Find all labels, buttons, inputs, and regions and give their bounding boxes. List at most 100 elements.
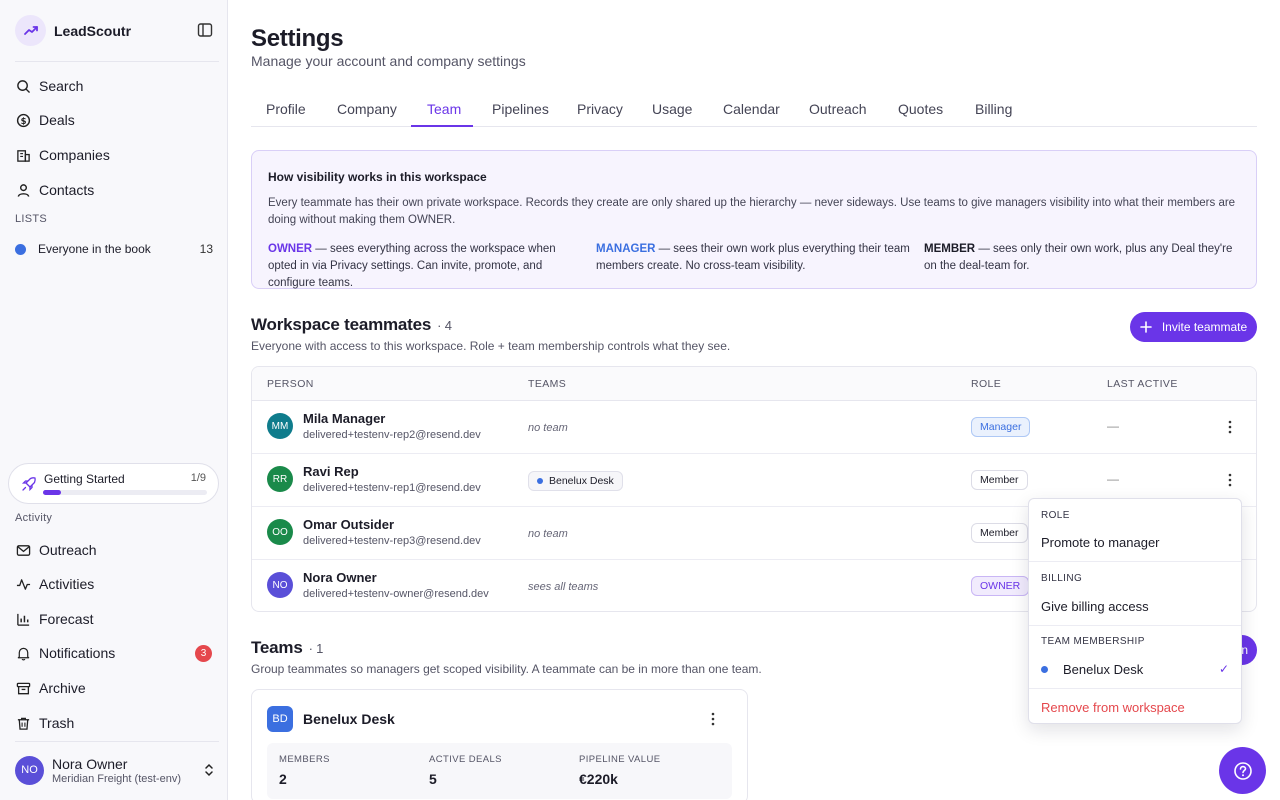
more-vertical-icon[interactable]: [1222, 419, 1238, 435]
teams-title: Teams · 1: [251, 638, 323, 658]
members-value: 2: [279, 771, 287, 787]
user-icon: [15, 182, 31, 198]
menu-section-team-membership: TEAM MEMBERSHIP: [1041, 636, 1145, 647]
avatar: NO: [15, 755, 44, 785]
column-role: ROLE: [971, 378, 1002, 390]
team-membership-item[interactable]: Benelux Desk ✓: [1029, 656, 1241, 682]
tab-calendar[interactable]: Calendar: [723, 101, 780, 117]
nav-outreach[interactable]: Outreach: [15, 539, 215, 561]
trending-up-icon: [15, 15, 46, 46]
help-circle-icon: [1233, 761, 1252, 780]
remove-from-workspace-item[interactable]: Remove from workspace: [1029, 694, 1241, 720]
last-active: —: [1107, 419, 1119, 433]
role-badge: Member: [971, 523, 1028, 543]
more-vertical-icon[interactable]: [1222, 472, 1238, 488]
progress-fill: [43, 490, 62, 495]
nav-companies[interactable]: Companies: [15, 144, 215, 166]
brand[interactable]: LeadScoutr: [15, 15, 131, 46]
tab-pipelines[interactable]: Pipelines: [492, 101, 549, 117]
list-item[interactable]: Everyone in the book 13: [15, 240, 213, 258]
nav-archive[interactable]: Archive: [15, 677, 215, 699]
user-org: Meridian Freight (test-env): [52, 772, 181, 785]
member-role-label: MEMBER: [924, 243, 976, 255]
column-last-active: LAST ACTIVE: [1107, 378, 1178, 390]
list-color-dot: [15, 243, 26, 255]
teams-count: · 1: [308, 641, 324, 656]
tab-company[interactable]: Company: [337, 101, 397, 117]
team-card[interactable]: BD Benelux Desk MEMBERS 2 ACTIVE DEALS 5…: [251, 689, 748, 800]
team-avatar: BD: [267, 706, 293, 732]
menu-divider: [1029, 625, 1241, 626]
tab-usage[interactable]: Usage: [652, 101, 692, 117]
active-deals-label: ACTIVE DEALS: [429, 754, 502, 765]
nav-trash-label: Trash: [39, 715, 75, 731]
nav-search[interactable]: Search: [15, 75, 215, 97]
nav-contacts[interactable]: Contacts: [15, 179, 215, 201]
list-item-label: Everyone in the book: [38, 242, 151, 256]
svg-text:$: $: [20, 115, 26, 125]
nav-activities[interactable]: Activities: [15, 573, 215, 595]
page-subtitle: Manage your account and company settings: [251, 53, 526, 69]
team-chip-label: Benelux Desk: [549, 474, 614, 487]
help-button[interactable]: [1219, 747, 1266, 794]
visibility-title: How visibility works in this workspace: [268, 170, 487, 184]
give-billing-access-item[interactable]: Give billing access: [1029, 593, 1241, 619]
teams-title-text: Teams: [251, 638, 303, 657]
tab-quotes[interactable]: Quotes: [898, 101, 943, 117]
team-color-dot: [1041, 665, 1048, 673]
team-cell: sees all teams: [528, 580, 599, 593]
tab-outreach[interactable]: Outreach: [809, 101, 867, 117]
manager-role-label: MANAGER: [596, 243, 656, 255]
nav-companies-label: Companies: [39, 147, 110, 163]
nav-trash[interactable]: Trash: [15, 712, 215, 734]
bell-icon: [15, 645, 31, 661]
tab-team[interactable]: Team: [427, 101, 461, 117]
person-email: delivered+testenv-rep3@resend.dev: [303, 535, 481, 547]
tab-profile[interactable]: Profile: [266, 101, 306, 117]
tab-privacy[interactable]: Privacy: [577, 101, 623, 117]
team-chip[interactable]: Benelux Desk: [528, 470, 623, 491]
active-deals-value: 5: [429, 771, 437, 787]
team-name: Benelux Desk: [303, 711, 395, 727]
table-row: MM Mila Manager delivered+testenv-rep2@r…: [252, 401, 1256, 454]
sidebar-toggle-icon[interactable]: [197, 22, 215, 40]
invite-teammate-button[interactable]: Invite teammate: [1130, 312, 1257, 342]
divider: [15, 741, 219, 742]
teammates-title: Workspace teammates · 4: [251, 315, 452, 335]
nav-deals[interactable]: $ Deals: [15, 109, 215, 131]
teammates-title-text: Workspace teammates: [251, 315, 432, 334]
pipeline-value-label: PIPELINE VALUE: [579, 754, 661, 765]
nav-search-label: Search: [39, 78, 84, 94]
user-menu[interactable]: NO Nora Owner Meridian Freight (test-env…: [15, 754, 215, 786]
mail-icon: [15, 542, 31, 558]
last-active: —: [1107, 472, 1119, 486]
person-name: Ravi Rep: [303, 464, 359, 479]
promote-to-manager-item[interactable]: Promote to manager: [1029, 529, 1241, 555]
owner-description: OWNER — sees everything across the works…: [268, 241, 586, 292]
invite-teammate-label: Invite teammate: [1161, 320, 1248, 334]
chevron-up-down-icon: [203, 762, 215, 778]
user-name: Nora Owner: [52, 755, 128, 772]
column-person: PERSON: [267, 378, 314, 390]
settings-tabs: Profile Company Team Pipelines Privacy U…: [251, 96, 1257, 127]
person-email: delivered+testenv-owner@resend.dev: [303, 588, 489, 600]
notifications-badge: 3: [195, 644, 212, 662]
nav-notifications[interactable]: Notifications 3: [15, 642, 215, 664]
avatar: NO: [267, 572, 293, 598]
person-email: delivered+testenv-rep1@resend.dev: [303, 482, 481, 494]
team-stats: MEMBERS 2 ACTIVE DEALS 5 PIPELINE VALUE …: [267, 743, 732, 799]
menu-divider: [1029, 688, 1241, 689]
nav-activities-label: Activities: [39, 576, 95, 592]
person-name: Mila Manager: [303, 411, 386, 426]
table-header: PERSON TEAMS ROLE LAST ACTIVE: [252, 367, 1256, 401]
search-icon: [15, 78, 31, 94]
tab-billing[interactable]: Billing: [975, 101, 1012, 117]
row-action-menu: ROLE Promote to manager BILLING Give bil…: [1028, 498, 1242, 724]
teammates-subtitle: Everyone with access to this workspace. …: [251, 339, 731, 353]
team-cell: no team: [528, 421, 568, 434]
team-cell: no team: [528, 527, 568, 540]
getting-started-card[interactable]: Getting Started 1/9: [8, 463, 219, 504]
teams-subtitle: Group teammates so managers get scoped v…: [251, 662, 762, 676]
more-vertical-icon[interactable]: [711, 712, 715, 726]
nav-forecast[interactable]: Forecast: [15, 608, 215, 630]
